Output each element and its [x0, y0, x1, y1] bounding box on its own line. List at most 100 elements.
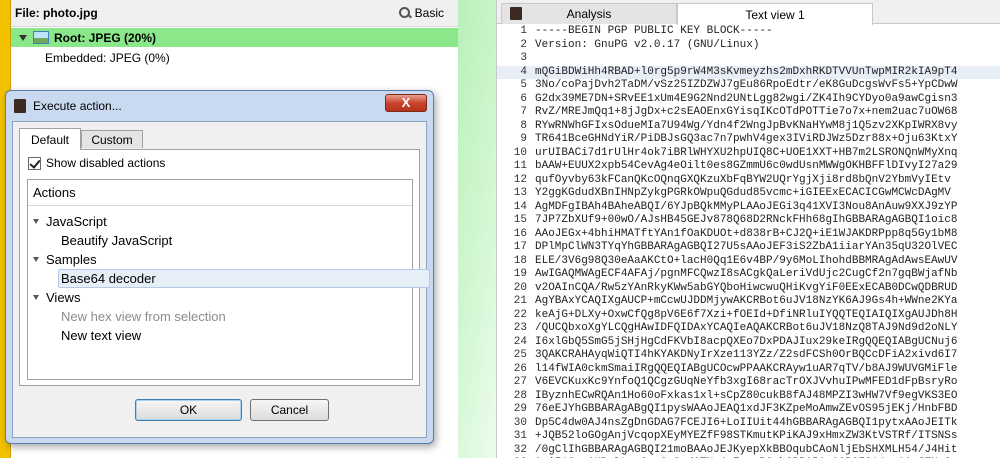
show-disabled-row[interactable]: Show disabled actions: [28, 156, 165, 170]
tree-item-root[interactable]: Root: JPEG (20%): [11, 28, 458, 47]
editor-line[interactable]: 4 mQGiBDWiHh4RBAD+l0rg5p9rW4M3sKvmeyzhs2m…: [497, 65, 1000, 79]
expand-triangle-icon[interactable]: [33, 295, 39, 300]
line-number: 4: [520, 65, 527, 78]
editor-line[interactable]: 5 3No/coPajDvh2TaDM/vSz25IZDZWJ7gEu86RpoE…: [497, 79, 1000, 93]
editor-line[interactable]: 26 l14fWIA0ckmSmaiIRgQQEQIABgUCOcwPPAAKCR…: [497, 363, 1000, 377]
line-number: 1: [520, 25, 527, 37]
line-number: 16: [513, 227, 527, 240]
ok-button[interactable]: OK: [135, 399, 242, 421]
tab-custom[interactable]: Custom: [81, 130, 143, 148]
editor-line[interactable]: 7 RvZ/MREJmQq1+8jJgDx+c2sEAOEnxGYisqIKcOT…: [497, 106, 1000, 120]
editor-line[interactable]: 24 I6xlGbQ5SmG5jSHjHgCdFKVbI8acpQXEo7DxPD…: [497, 336, 1000, 350]
show-disabled-checkbox[interactable]: [28, 156, 41, 170]
line-number: 6: [520, 92, 527, 105]
editor-line[interactable]: 11 bAAW+EUUX2xpb54CevAg4eOilt0es8GZmmU6c0…: [497, 160, 1000, 174]
expand-triangle-icon[interactable]: [33, 257, 39, 262]
editor-line[interactable]: 14 AgMDFgIBAh4BAheABQI/6YJpBQkMMyPLAAoJEG…: [497, 201, 1000, 215]
expand-triangle-icon[interactable]: [19, 34, 27, 41]
editor-line[interactable]: 29 76eEJYhGBBARAgABgQI1pysWAAoJEAQ1xdJF3K…: [497, 403, 1000, 417]
editor-line[interactable]: 9 TR641BceGHNdYiR/PiDBJsGQ3ac7n7pwhV4gex3…: [497, 133, 1000, 147]
line-text: RYwRNWhGFIxsOdueMIa7U94Wg/Ydn4f2WngJpBvK…: [535, 119, 958, 132]
line-number: 29: [513, 403, 527, 415]
tab-custom-label: Custom: [91, 132, 133, 147]
editor-line[interactable]: 18 ELE/3V6g98Q30eAaAKCtO+lacH0Qq1E6v4BP/9…: [497, 255, 1000, 269]
line-text: IByznhECwRQAn1Ho60oFxkas1xl+sCpZ80cukB8f…: [535, 389, 958, 402]
line-text: /QUCQbxoXgYLCQgHAwIDFQIDAxYCAQIeAQAKCRBo…: [535, 322, 958, 334]
line-text: AAoJEGx+4bhiHMATftYAn1fOaKDUOt+d838rB+CJ…: [535, 227, 958, 240]
execute-action-dialog: Execute action... X Default Custom Show …: [5, 90, 434, 444]
actions-header-label: Actions: [33, 185, 76, 200]
tab-default[interactable]: Default: [19, 128, 81, 150]
editor-line[interactable]: 31 +JQB52loGOgAnjVcqopXEyMYEZfF98STKmutKP…: [497, 430, 1000, 444]
cancel-label: Cancel: [270, 403, 309, 417]
line-number: 22: [513, 308, 527, 321]
editor-line[interactable]: 28 IByznhECwRQAn1Ho60oFxkas1xl+sCpZ80cukB…: [497, 390, 1000, 404]
line-number: 19: [513, 268, 527, 280]
line-number: 14: [513, 200, 527, 213]
image-file-icon: [33, 31, 49, 44]
action-base64-decoder[interactable]: Base64 decoder: [58, 269, 430, 288]
text-editor[interactable]: 1 -----BEGIN PGP PUBLIC KEY BLOCK----- 2 Ve…: [497, 25, 1000, 458]
line-number: 23: [513, 322, 527, 334]
editor-line[interactable]: 1 -----BEGIN PGP PUBLIC KEY BLOCK-----: [497, 25, 1000, 39]
tab-analysis[interactable]: Analysis: [501, 3, 677, 24]
editor-line[interactable]: 25 3QAKCRAHAyqWiQTI4hKYAKDNyIrXze113YZz/Z…: [497, 349, 1000, 363]
editor-line[interactable]: 10 urUIBACi7d1rUlHr4ok7iBRlWHYXU2hpUIQ8C+…: [497, 147, 1000, 161]
editor-line[interactable]: 16 AAoJEGx+4bhiHMATftYAn1fOaKDUOt+d838rB+…: [497, 228, 1000, 242]
action-label: New hex view from selection: [61, 309, 226, 324]
line-text: keAjG+DLXy+OxwCfQg8pV6E6f7Xzi+fOEId+DfiN…: [535, 308, 958, 321]
line-text: AwIGAQMWAgECF4AFAj/pgnMFCQwzI8sACgkQaLer…: [535, 268, 958, 280]
group-javascript[interactable]: JavaScript: [33, 212, 107, 231]
show-disabled-label: Show disabled actions: [46, 156, 166, 170]
basic-label: Basic: [414, 6, 444, 20]
group-samples[interactable]: Samples: [33, 250, 97, 269]
editor-line[interactable]: 12 qufOyvby63kFCanQKcOQnqGXQKzuXbFqBYW2UQ…: [497, 174, 1000, 188]
expand-triangle-icon[interactable]: [33, 219, 39, 224]
close-button[interactable]: X: [385, 94, 427, 112]
line-number: 17: [513, 241, 527, 253]
editor-line[interactable]: 23/QUCQbxoXgYLCQgHAwIDFQIDAxYCAQIeAQAKCR…: [497, 322, 1000, 336]
dialog-title-bar[interactable]: Execute action...: [6, 91, 433, 121]
line-text: bAAW+EUUX2xpb54CevAg4eOilt0es8GZmmU6c0wd…: [535, 160, 958, 172]
editor-line[interactable]: 17 DPlMpClWN3TYqYhGBBARAgAGBQI27U5sAAoJEF…: [497, 241, 1000, 255]
editor-line[interactable]: 3: [497, 52, 1000, 66]
tree-item-embedded[interactable]: Embedded: JPEG (0%): [11, 48, 170, 67]
editor-line[interactable]: 21 AgYBAxYCAQIXgAUCP+mCcwUJDDMjywAKCRBot6…: [497, 295, 1000, 309]
view-tab-bar: Analysis Text view 1: [497, 0, 1000, 25]
line-text: Y2ggKGdudXBnIHNpZykgPGRkOWpuQGdud85vcmc+…: [535, 187, 951, 199]
line-number: 8: [520, 119, 527, 132]
line-number: 25: [513, 349, 527, 361]
action-new-text-view[interactable]: New text view: [61, 326, 141, 345]
editor-line[interactable]: 15 7JP7ZbXUf9+00wO/AJsHB45GEJv878Q68D2RNc…: [497, 214, 1000, 228]
editor-line[interactable]: 6 G2dx39ME7DN+SRvEE1xUm4E9G2Nnd2UNtLgg82w…: [497, 93, 1000, 107]
action-label: New text view: [61, 328, 142, 343]
editor-line[interactable]: 32/0gClIhGBBARAgAGBQI21moBAAoJEJKyepXkBB…: [497, 444, 1000, 458]
line-text: 76eEJYhGBBARAgABgQI1pysWAAoJEAQ1xdJF3KZp…: [535, 403, 958, 415]
line-number: 3: [520, 52, 527, 64]
actions-tree: Actions JavaScript Beautify JavaScript S…: [27, 179, 430, 380]
editor-line[interactable]: 13 Y2ggKGdudXBnIHNpZykgPGRkOWpuQGdud85vcm…: [497, 187, 1000, 201]
editor-line[interactable]: 22 keAjG+DLXy+OxwCfQg8pV6E6f7Xzi+fOEId+Df…: [497, 309, 1000, 323]
line-number: 31: [513, 430, 527, 442]
editor-line[interactable]: 20 v2OAInCQA/Rw5zYAnRkyKWw5abGYQboHiwcwuQ…: [497, 282, 1000, 296]
cancel-button[interactable]: Cancel: [250, 399, 329, 421]
group-views[interactable]: Views: [33, 288, 80, 307]
basic-mode-button[interactable]: Basic: [398, 6, 444, 20]
line-text: V6EVCKuxKc9YnfoQ1QCgzGUqNeYfb3xgI68racTr…: [535, 376, 958, 388]
line-text: AgYBAxYCAQIXgAUCP+mCcwUJDDMjywAKCRBot6uJ…: [535, 295, 958, 307]
dialog-body: Default Custom Show disabled actions Act…: [12, 121, 430, 438]
tab-text-view[interactable]: Text view 1: [677, 3, 873, 25]
line-text: 7JP7ZbXUf9+00wO/AJsHB45GEJv878Q68D2RNckF…: [535, 214, 958, 226]
line-number: 15: [513, 214, 527, 226]
editor-line[interactable]: 30 Dp5C4dw0AJ4nsZgDnGDAG7FCEJI6+LoIIUit44…: [497, 417, 1000, 431]
action-beautify-javascript[interactable]: Beautify JavaScript: [61, 231, 172, 250]
editor-line[interactable]: 27 V6EVCKuxKc9YnfoQ1QCgzGUqNeYfb3xgI68rac…: [497, 376, 1000, 390]
close-icon: X: [401, 95, 411, 110]
editor-line[interactable]: 19 AwIGAQMWAgECF4AFAj/pgnMFCQwzI8sACgkQaL…: [497, 268, 1000, 282]
line-text: RvZ/MREJmQq1+8jJgDx+c2sEAOEnxGYisqIKcOTd…: [535, 106, 958, 118]
editor-line[interactable]: 8 RYwRNWhGFIxsOdueMIa7U94Wg/Ydn4f2WngJpBv…: [497, 120, 1000, 134]
action-new-hex-view: New hex view from selection: [61, 307, 226, 326]
editor-line[interactable]: 2 Version: GnuPG v2.0.17 (GNU/Linux): [497, 39, 1000, 53]
line-text: DPlMpClWN3TYqYhGBBARAgAGBQI27U5sAAoJEF3i…: [535, 241, 958, 253]
line-number: 5: [520, 79, 527, 91]
